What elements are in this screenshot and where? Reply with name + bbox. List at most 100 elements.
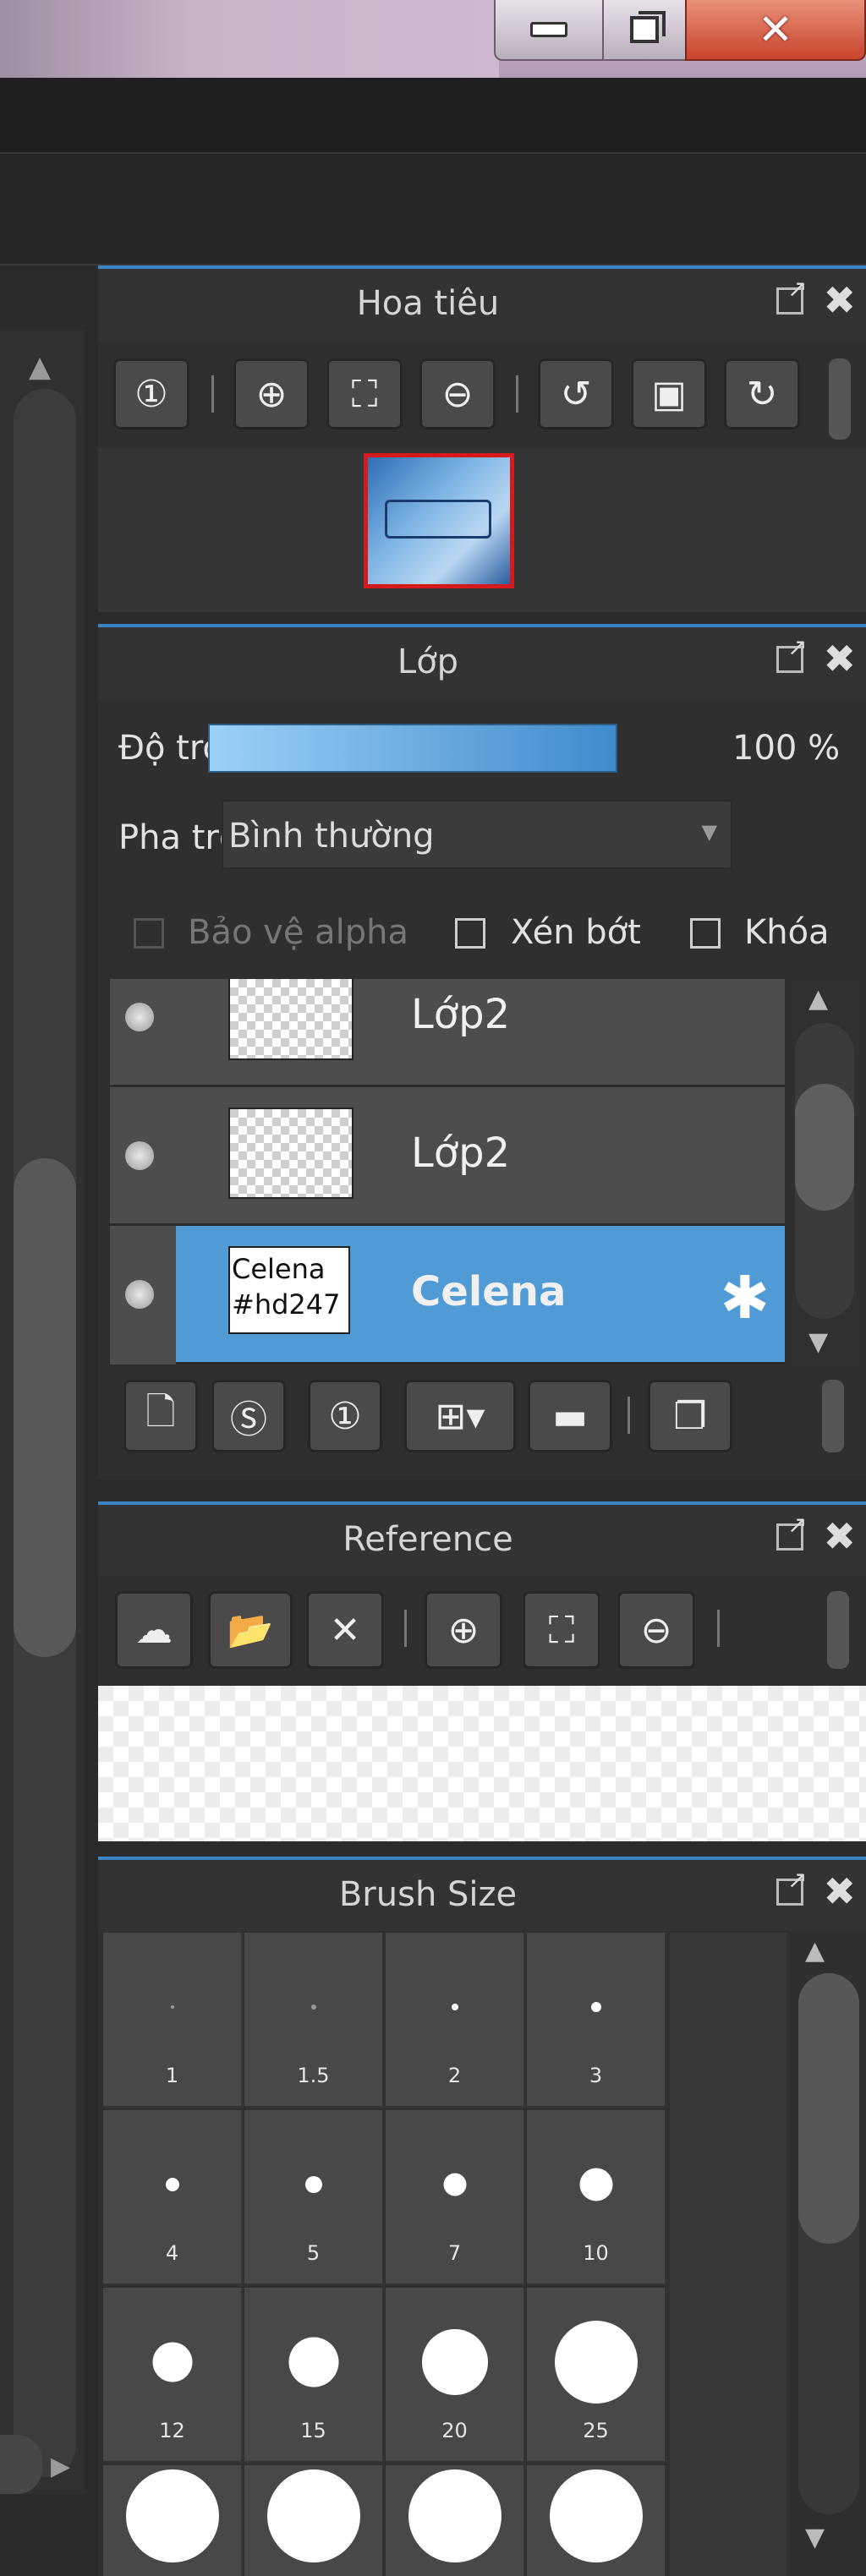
brush-size-cell[interactable]: 2	[386, 1933, 526, 2108]
separator	[404, 1610, 407, 1647]
scroll-down-icon[interactable]: ▼	[805, 2523, 825, 2552]
open-file-button[interactable]: 📂	[208, 1591, 293, 1669]
layer-list-scrollbar[interactable]: ▲ ▼	[790, 979, 859, 1365]
panel-title: Reference	[343, 1520, 513, 1559]
navigator-panel: Hoa tiêu ✖ ① ⊕ ⛶ ⊖ ↺ ▣ ↻	[98, 265, 866, 612]
protect-alpha-checkbox[interactable]	[134, 918, 164, 949]
titlebar-background	[0, 0, 499, 78]
duplicate-icon: ❐	[673, 1394, 707, 1438]
window-titlebar: ✕	[0, 0, 866, 78]
brush-size-cell[interactable]: 1	[103, 1933, 244, 2108]
new-8bit-layer-button[interactable]: Ⓢ	[211, 1380, 286, 1452]
list-item-selected[interactable]: Celena #hd247 Celena ✱	[110, 1226, 785, 1365]
zoom-actual-button[interactable]: ①	[113, 358, 189, 429]
close-icon[interactable]: ✖	[823, 1513, 856, 1559]
panel-title: Hoa tiêu	[356, 284, 500, 323]
clear-reference-button[interactable]: ✕	[306, 1591, 384, 1669]
brush-size-cell[interactable]: 20	[386, 2288, 526, 2464]
canvas-vertical-scrollbar[interactable]: ▲ ▶	[0, 330, 85, 2494]
duplicate-layer-button[interactable]: ❐	[648, 1380, 732, 1452]
new-layer-button[interactable]: 🗋	[123, 1380, 198, 1452]
add-layer-menu-button[interactable]: ⊞▾	[404, 1380, 516, 1452]
scroll-thumb[interactable]	[14, 1158, 76, 1657]
navigator-viewport-preview[interactable]	[364, 453, 514, 588]
restore-icon	[630, 11, 666, 43]
reference-panel: Reference ✖	[98, 1501, 866, 1841]
separator	[628, 1397, 630, 1434]
brush-preview-dot	[443, 2173, 466, 2196]
brush-preview-dot	[408, 2469, 502, 2562]
reference-zoom-out-button[interactable]: ⊖	[617, 1591, 695, 1669]
popout-icon[interactable]	[776, 1866, 807, 1906]
scroll-up-icon[interactable]: ▲	[805, 1936, 825, 1966]
chevron-down-icon: ▼	[701, 820, 717, 844]
zoom-in-icon: ⊕	[255, 372, 288, 416]
close-icon: ✕	[329, 1608, 361, 1652]
popout-icon[interactable]	[776, 633, 807, 673]
zoom-in-button[interactable]: ⊕	[233, 358, 310, 429]
minimize-button[interactable]	[494, 0, 604, 61]
scroll-thumb[interactable]	[798, 1973, 859, 2244]
scroll-up-icon[interactable]: ▲	[808, 984, 828, 1014]
brush-size-cell[interactable]: 1.5	[244, 1933, 385, 2108]
list-item[interactable]: Lớp2	[110, 979, 785, 1087]
popout-icon[interactable]	[776, 1511, 807, 1551]
scroll-up-icon[interactable]: ▲	[29, 350, 51, 384]
new-folder-button[interactable]: ▬	[528, 1380, 612, 1452]
visibility-icon[interactable]	[125, 1141, 154, 1170]
clipping-checkbox[interactable]	[455, 918, 485, 949]
close-icon[interactable]: ✖	[823, 277, 856, 323]
reference-canvas[interactable]	[98, 1686, 866, 1841]
lock-checkbox[interactable]	[690, 918, 721, 949]
rotate-left-button[interactable]: ↺	[538, 358, 614, 429]
brush-size-label: 2	[447, 2064, 462, 2087]
rotate-right-button[interactable]: ↻	[724, 358, 800, 429]
reference-fit-button[interactable]: ⛶	[523, 1591, 600, 1669]
brush-size-cell[interactable]	[244, 2465, 385, 2576]
gear-icon[interactable]: ✱	[720, 1263, 770, 1332]
close-icon[interactable]: ✖	[823, 1868, 856, 1914]
toolbar-scroll-handle[interactable]	[822, 1380, 844, 1452]
brush-size-cell[interactable]: 10	[527, 2110, 667, 2286]
brush-size-label: 10	[583, 2241, 609, 2265]
visibility-icon[interactable]	[125, 1280, 154, 1309]
brush-size-label: 20	[441, 2419, 468, 2442]
brush-preview-dot	[554, 2321, 638, 2404]
thumb-text: #hd247	[232, 1288, 341, 1321]
close-icon[interactable]: ✖	[823, 636, 856, 681]
flip-button[interactable]: ▣	[631, 358, 707, 429]
popout-icon[interactable]	[776, 275, 807, 314]
brush-size-cell[interactable]	[527, 2465, 667, 2576]
reference-zoom-in-button[interactable]: ⊕	[425, 1591, 502, 1669]
maximize-button[interactable]	[602, 0, 687, 61]
brush-size-cell[interactable]: 12	[103, 2288, 244, 2464]
brush-size-cell[interactable]	[103, 2465, 244, 2576]
close-window-button[interactable]: ✕	[685, 0, 866, 61]
blend-mode-value: Bình thường	[228, 817, 435, 856]
brush-size-cell[interactable]: 25	[527, 2288, 667, 2464]
layer-name: Celena	[411, 1268, 567, 1315]
opacity-value: 100 %	[732, 729, 841, 768]
toolbar-scroll-handle[interactable]	[829, 358, 851, 440]
visibility-icon[interactable]	[125, 1003, 154, 1031]
scroll-thumb[interactable]	[795, 1084, 854, 1211]
toolbar-scroll-handle[interactable]	[827, 1591, 849, 1669]
cloud-load-button[interactable]: ☁	[115, 1591, 193, 1669]
fit-button[interactable]: ⛶	[326, 358, 403, 429]
brush-size-cell[interactable]: 15	[244, 2288, 385, 2464]
brush-preview-dot	[590, 2002, 601, 2012]
brush-size-cell[interactable]: 4	[103, 2110, 244, 2286]
brush-size-cell[interactable]	[386, 2465, 526, 2576]
scroll-right-icon[interactable]: ▶	[51, 2452, 70, 2481]
zoom-out-button[interactable]: ⊖	[419, 358, 496, 429]
scroll-down-icon[interactable]: ▼	[808, 1327, 828, 1357]
brush-size-cell[interactable]: 5	[244, 2110, 385, 2286]
zoom-in-icon: ⊕	[447, 1608, 480, 1652]
list-item[interactable]: Lớp2	[110, 1087, 785, 1226]
brush-size-cell[interactable]: 7	[386, 2110, 526, 2286]
canvas-horizontal-scroll-thumb[interactable]	[0, 2435, 42, 2494]
new-1bit-layer-button[interactable]: ①	[308, 1380, 382, 1452]
brush-size-cell[interactable]: 3	[527, 1933, 667, 2108]
blend-mode-select[interactable]: Bình thường ▼	[222, 800, 732, 869]
opacity-slider[interactable]	[208, 724, 617, 773]
